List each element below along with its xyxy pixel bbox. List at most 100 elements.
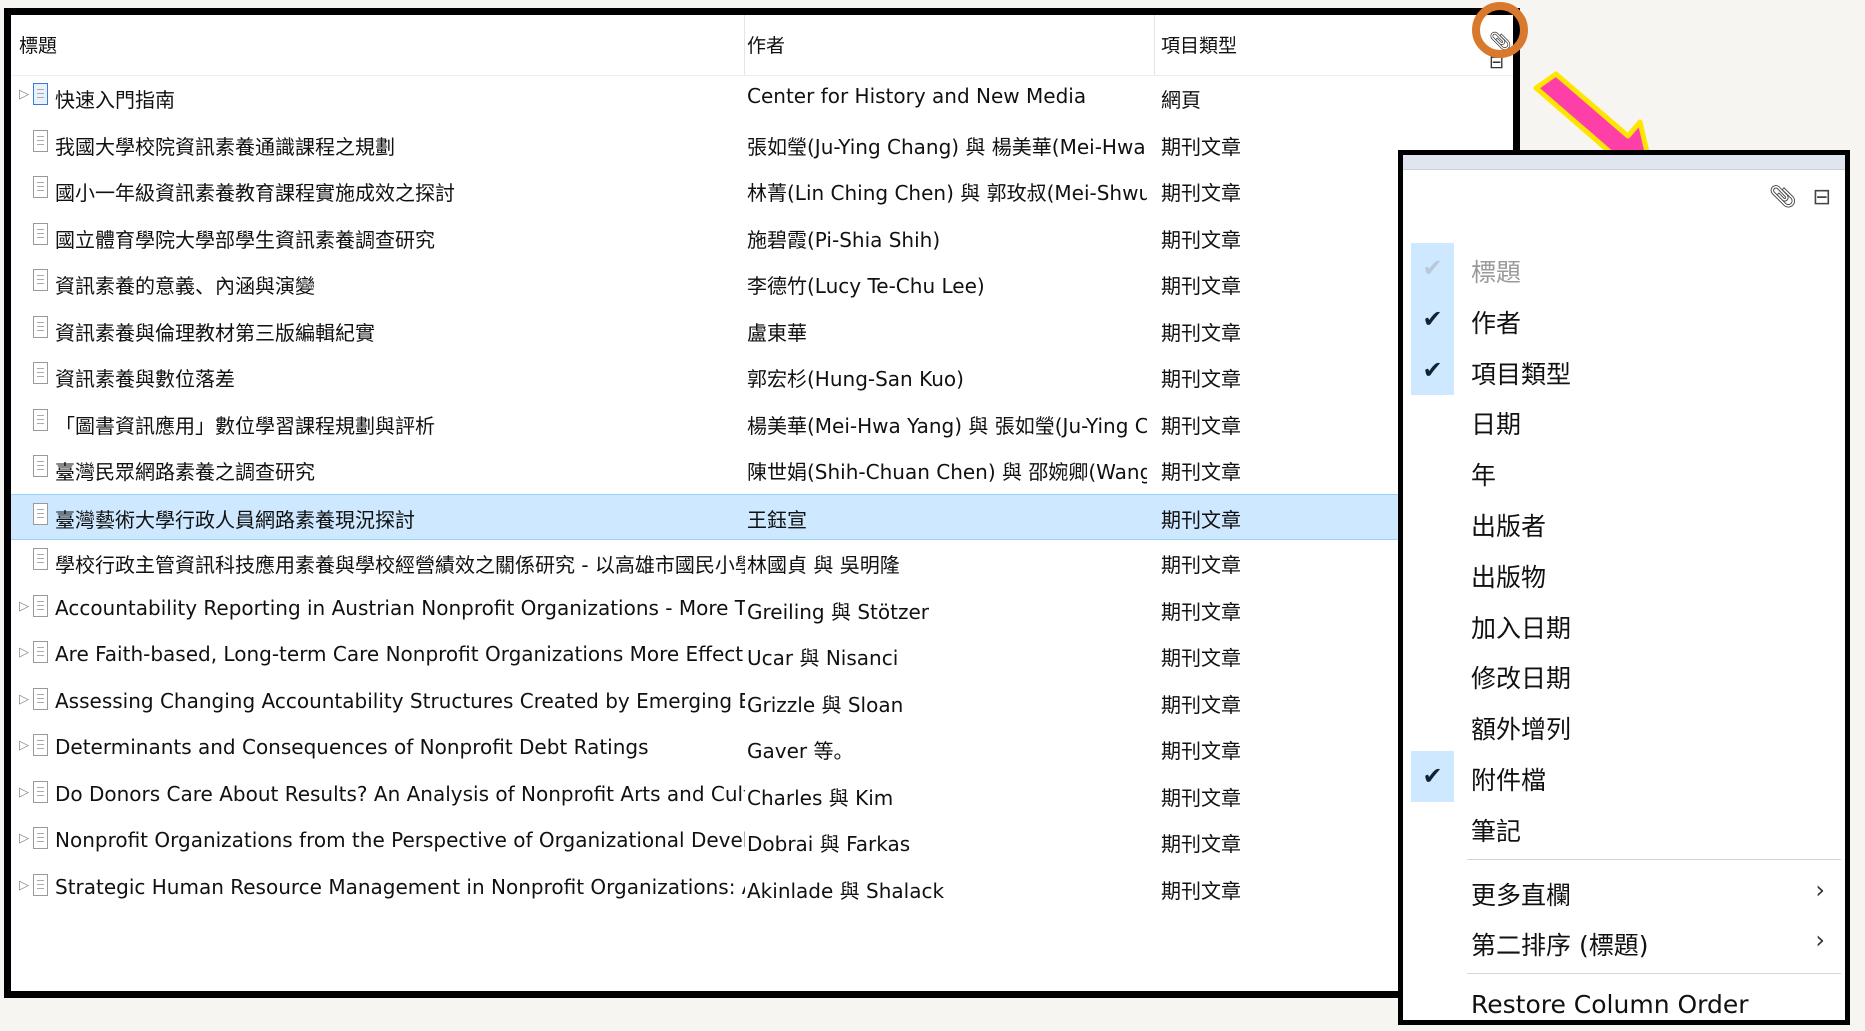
menu-item[interactable]: 加入日期: [1411, 599, 1841, 650]
expand-twisty-icon[interactable]: ▷: [19, 692, 29, 707]
table-row[interactable]: 資訊素養與倫理教材第三版編輯紀實 盧東華 期刊文章: [11, 308, 1513, 355]
expand-twisty-icon[interactable]: ▷: [19, 831, 29, 846]
menu-item[interactable]: 筆記: [1411, 802, 1841, 853]
table-row[interactable]: 臺灣民眾網路素養之調查研究 陳世娟(Shih-Chuan Chen) 與 邵婉卿(…: [11, 447, 1513, 494]
cell-type: 期刊文章: [1161, 367, 1241, 391]
cell-author: 王鈺宣: [747, 507, 807, 532]
cell-type: 期刊文章: [1161, 739, 1241, 763]
check-area: [1411, 916, 1454, 967]
cell-author: 郭宏杉(Hung-San Kuo): [747, 367, 964, 391]
menu-item[interactable]: 出版物: [1411, 548, 1841, 599]
column-header-title[interactable]: 標題: [19, 31, 57, 58]
cell-title: 國小一年級資訊素養教育課程實施成效之探討: [55, 181, 455, 205]
table-row[interactable]: ▷ Strategic Human Resource Management in …: [11, 866, 1513, 913]
cell-author: Grizzle 與 Sloan: [747, 692, 904, 717]
table-row[interactable]: ▷ Are Faith-based, Long-term Care Nonprof…: [11, 633, 1513, 680]
menu-item[interactable]: 日期: [1411, 395, 1841, 446]
cell-title: 臺灣民眾網路素養之調查研究: [55, 460, 315, 484]
menu-item-label: 出版物: [1471, 562, 1547, 592]
table-row[interactable]: ▷ Determinants and Consequences of Nonpro…: [11, 726, 1513, 773]
cell-title: 快速入門指南: [55, 88, 175, 112]
cell-author: Center for History and New Media: [747, 84, 1087, 108]
table-row[interactable]: 學校行政主管資訊科技應用素養與學校經營績效之關係研究 - 以高雄市國民小學為例林…: [11, 540, 1513, 587]
cell-type: 期刊文章: [1161, 692, 1241, 717]
table-row[interactable]: 國小一年級資訊素養教育課程實施成效之探討 林菁(Lin Ching Chen) 與…: [11, 168, 1513, 215]
expand-twisty-icon[interactable]: ▷: [19, 785, 29, 800]
web-page-icon: [33, 83, 48, 105]
cell-type: 期刊文章: [1161, 320, 1241, 345]
menu-item-label: 筆記: [1471, 816, 1522, 846]
table-row[interactable]: 「圖書資訊應用」數位學習課程規劃與評析 楊美華(Mei-Hwa Yang) 與 張…: [11, 401, 1513, 448]
cell-type: 期刊文章: [1161, 785, 1241, 810]
chevron-right-icon: ›: [1815, 875, 1825, 904]
column-divider[interactable]: [744, 15, 745, 75]
menu-item-label: 更多直欄: [1471, 880, 1572, 910]
table-row[interactable]: 臺灣藝術大學行政人員網路素養現況探討 王鈺宣 期刊文章: [11, 493, 1513, 540]
table-row[interactable]: 國立體育學院大學部學生資訊素養調查研究 施碧霞(Pi-Shia Shih) 期刊文章: [11, 215, 1513, 262]
menu-item[interactable]: Restore Column Order: [1411, 980, 1841, 1031]
expand-twisty-icon[interactable]: ▷: [19, 645, 29, 660]
checkmark-icon: ✔: [1411, 344, 1454, 396]
table-row[interactable]: 我國大學校院資訊素養通識課程之規劃 張如瑩(Ju-Ying Chang) 與 楊美…: [11, 122, 1513, 169]
journal-article-icon: [33, 594, 48, 617]
journal-article-icon: [33, 687, 48, 710]
table-row[interactable]: ▷ Accountability Reporting in Austrian No…: [11, 587, 1513, 634]
cell-title: Nonprofit Organizations from the Perspec…: [55, 828, 745, 852]
table-row[interactable]: ▷ 快速入門指南 Center for History and New Media 網…: [11, 75, 1513, 122]
table-row[interactable]: ▷ Assessing Changing Accountability Struc…: [11, 680, 1513, 727]
journal-article-icon: [33, 408, 48, 431]
cell-author: Gaver 等。: [747, 739, 854, 763]
menu-header-bar: [1403, 155, 1845, 170]
cell-title: Strategic Human Resource Management in N…: [55, 874, 745, 899]
cell-title: 資訊素養的意義、內涵與演變: [55, 274, 315, 298]
highlight-circle: [1472, 2, 1528, 58]
menu-item-label: 日期: [1471, 410, 1522, 440]
menu-separator: [1467, 858, 1841, 860]
cell-title: Are Faith-based, Long-term Care Nonprofi…: [55, 642, 745, 666]
menu-item[interactable]: 修改日期: [1411, 649, 1841, 700]
column-divider[interactable]: [1154, 15, 1155, 75]
cell-author: 施碧霞(Pi-Shia Shih): [747, 227, 941, 252]
check-area: [1411, 649, 1454, 700]
cell-author: 盧東華: [747, 320, 807, 345]
journal-article-icon: [33, 641, 48, 663]
menu-item[interactable]: 年: [1411, 446, 1841, 497]
expand-twisty-icon[interactable]: ▷: [19, 878, 29, 893]
menu-item[interactable]: ✔ 作者: [1411, 293, 1841, 345]
menu-item[interactable]: 更多直欄 ›: [1411, 866, 1841, 917]
journal-article-icon: [33, 129, 48, 152]
table-row[interactable]: ▷ Nonprofit Organizations from the Perspe…: [11, 819, 1513, 866]
menu-item[interactable]: ✔ 項目類型: [1411, 344, 1841, 396]
cell-type: 期刊文章: [1161, 227, 1241, 252]
cell-type: 網頁: [1161, 88, 1201, 112]
expand-twisty-icon[interactable]: ▷: [19, 738, 29, 753]
journal-article-icon: [33, 502, 48, 525]
cell-author: 楊美華(Mei-Hwa Yang) 與 張如瑩(Ju-Ying Chang): [747, 413, 1147, 438]
table-row[interactable]: 資訊素養的意義、內涵與演變 李德竹(Lucy Te-Chu Lee) 期刊文章: [11, 261, 1513, 308]
check-area: [1411, 446, 1454, 497]
menu-item-label: Restore Column Order: [1471, 990, 1749, 1020]
paperclip-icon[interactable]: 📎︎: [1769, 185, 1797, 210]
menu-item-label: 額外增列: [1471, 715, 1572, 745]
menu-item[interactable]: 額外增列: [1411, 700, 1841, 751]
table-row[interactable]: ▷ Do Donors Care About Results? An Analys…: [11, 773, 1513, 820]
menu-item[interactable]: ✔ 附件檔: [1411, 750, 1841, 802]
cell-author: Dobrai 與 Farkas: [747, 832, 911, 856]
column-header-type[interactable]: 項目類型: [1161, 31, 1237, 58]
cell-type: 期刊文章: [1161, 646, 1241, 670]
expand-twisty-icon[interactable]: ▷: [19, 599, 29, 614]
column-picker-icon[interactable]: ⊟: [1813, 185, 1831, 210]
check-area: [1411, 497, 1454, 548]
expand-twisty-icon[interactable]: ▷: [19, 87, 29, 102]
menu-item[interactable]: 第二排序 (標題) ›: [1411, 916, 1841, 967]
menu-item-label: 修改日期: [1471, 664, 1572, 694]
journal-article-icon: [33, 176, 48, 198]
column-header-author[interactable]: 作者: [747, 31, 785, 58]
table-row[interactable]: 資訊素養與數位落差 郭宏杉(Hung-San Kuo) 期刊文章: [11, 354, 1513, 401]
cell-type: 期刊文章: [1161, 507, 1241, 532]
menu-item[interactable]: 出版者: [1411, 497, 1841, 548]
menu-item-label: 加入日期: [1471, 613, 1572, 643]
menu-item-label: 作者: [1471, 308, 1522, 338]
menu-item-label: 年: [1471, 461, 1497, 491]
menu-item-label: 項目類型: [1471, 359, 1572, 389]
